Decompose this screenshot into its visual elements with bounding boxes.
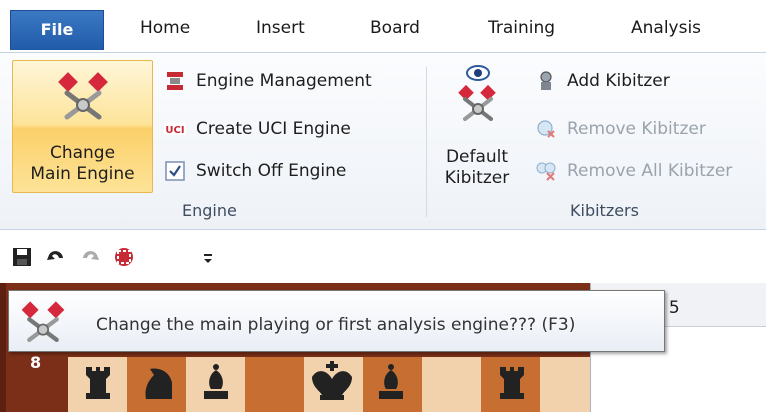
customize-toolbar-icon[interactable]: [196, 245, 220, 269]
remove-kibitzer-button[interactable]: Remove Kibitzer: [535, 112, 706, 146]
black-knight-icon[interactable]: [136, 361, 180, 401]
remove-all-kibitzers-icon: [536, 162, 556, 181]
black-bishop-icon[interactable]: [196, 361, 236, 401]
black-rook-icon[interactable]: [492, 361, 532, 401]
ribbon-panel: Change Main Engine Engine Management UCI…: [0, 52, 766, 230]
board-square[interactable]: [245, 357, 304, 412]
engine-management-icon: [167, 72, 183, 90]
uci-icon: UCI: [164, 123, 186, 136]
redo-icon[interactable]: [78, 245, 102, 269]
ribbon-tab-strip: File Home Insert Board Training Analysis: [0, 0, 766, 52]
tab-analysis[interactable]: Analysis: [631, 18, 701, 38]
remove-all-kibitzers-button[interactable]: Remove All Kibitzer: [535, 154, 732, 188]
tab-file[interactable]: File: [10, 10, 104, 50]
undo-icon[interactable]: [44, 245, 68, 269]
group-separator: [426, 67, 427, 217]
engine-group-caption: Engine: [182, 201, 237, 220]
tooltip-text: Change the main playing or first analysi…: [96, 315, 576, 335]
tab-home[interactable]: Home: [140, 18, 190, 38]
tab-training[interactable]: Training: [488, 18, 555, 38]
kibitzers-group-caption: Kibitzers: [570, 201, 639, 220]
change-main-engine-button[interactable]: Change Main Engine: [12, 60, 153, 193]
default-kibitzer-button[interactable]: Default Kibitzer: [433, 63, 521, 193]
engine-icon[interactable]: [112, 245, 136, 269]
default-kibitzer-label: Default Kibitzer: [444, 147, 510, 188]
create-uci-engine-button[interactable]: UCI Create UCI Engine: [164, 112, 351, 146]
remove-kibitzer-icon: [537, 120, 555, 138]
black-king-icon[interactable]: [308, 361, 356, 401]
kibitzer-eye-icon: [458, 65, 496, 121]
crossed-engines-icon: [21, 301, 65, 342]
tab-board[interactable]: Board: [370, 18, 420, 38]
tab-insert[interactable]: Insert: [256, 18, 305, 38]
svg-text:UCI: UCI: [165, 125, 184, 136]
add-kibitzer-button[interactable]: Add Kibitzer: [535, 64, 670, 98]
switch-off-engine-button[interactable]: Switch Off Engine: [164, 154, 346, 188]
black-bishop-icon[interactable]: [371, 361, 411, 401]
board-square[interactable]: [422, 357, 481, 412]
black-rook-icon[interactable]: [78, 361, 118, 401]
save-icon[interactable]: [10, 245, 34, 269]
add-kibitzer-icon: [540, 71, 552, 90]
engine-management-button[interactable]: Engine Management: [164, 64, 372, 98]
change-main-engine-label: Change Main Engine: [30, 143, 135, 184]
quick-access-toolbar: [0, 231, 766, 283]
crossed-engines-icon: [58, 72, 108, 120]
board-square[interactable]: [540, 357, 590, 412]
rank-label: 8: [30, 353, 42, 372]
tooltip: Change the main playing or first analysi…: [8, 290, 665, 352]
checkbox-checked-icon[interactable]: [164, 160, 186, 182]
